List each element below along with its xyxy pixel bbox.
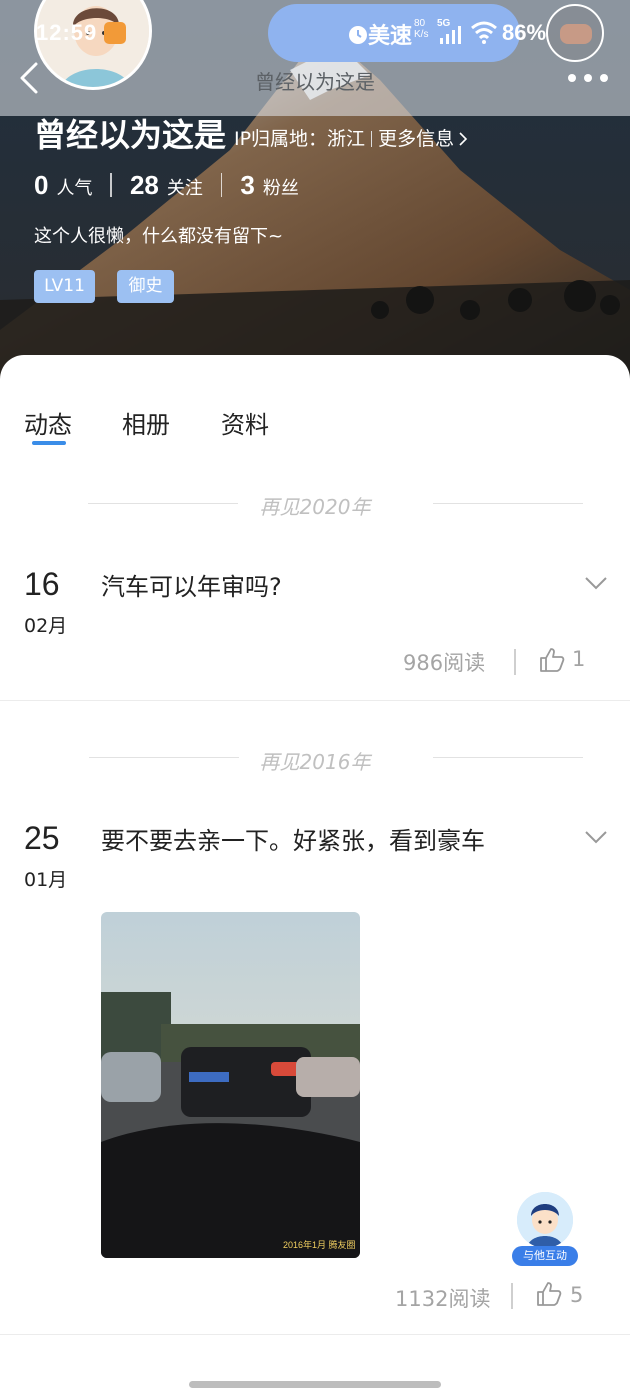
- divider: [110, 173, 112, 197]
- post-text[interactable]: 要不要去亲一下。好紧张，看到豪车: [101, 821, 521, 861]
- stat-followers[interactable]: 3 粉丝: [240, 170, 298, 201]
- more-info-link[interactable]: 更多信息: [378, 128, 454, 150]
- traffic-photo-image: [101, 912, 360, 1258]
- tab-profile[interactable]: 资料: [221, 405, 269, 440]
- thumbs-up-icon[interactable]: [539, 647, 565, 673]
- post-read-count: 986阅读: [403, 651, 486, 675]
- net-speed: 80 K/s: [414, 18, 428, 40]
- post-day: 16: [24, 566, 60, 602]
- profile-name: 曾经以为这是: [34, 116, 227, 154]
- chevron-down-icon[interactable]: [584, 829, 608, 845]
- page-title: 曾经以为这是: [255, 70, 375, 94]
- net-speed-value: 80: [414, 18, 426, 29]
- home-indicator[interactable]: [189, 1381, 441, 1388]
- divider: [511, 1283, 513, 1309]
- stat-popularity[interactable]: 0 人气: [34, 170, 92, 201]
- divider: [0, 700, 630, 701]
- interact-button[interactable]: 与他互动: [512, 1192, 578, 1268]
- net-speed-unit: K/s: [414, 29, 429, 40]
- thumbs-up-icon[interactable]: [536, 1281, 562, 1307]
- divider: [514, 649, 516, 675]
- role-badge[interactable]: 御史: [117, 270, 174, 303]
- stat-following[interactable]: 28 关注: [130, 170, 203, 201]
- stat-value: 0: [34, 169, 49, 200]
- profile-stats: 0 人气 28 关注 3 粉丝: [34, 168, 299, 202]
- post-photo[interactable]: 2016年1月 腾友圈: [101, 912, 360, 1258]
- signal-icon: [440, 26, 461, 44]
- alarm-icon: [349, 26, 367, 44]
- status-time: 12:59: [36, 20, 98, 45]
- more-options-icon[interactable]: [566, 72, 610, 84]
- status-speed-label: 美速: [368, 23, 413, 48]
- level-badge[interactable]: LV11: [34, 270, 95, 303]
- cartoon-avatar-icon: [517, 1192, 573, 1248]
- year-divider-label: 再见2016年: [259, 750, 371, 774]
- stat-label: 粉丝: [262, 177, 299, 199]
- divider: [220, 173, 223, 197]
- post-like-count: 1: [572, 647, 586, 671]
- stat-value: 28: [129, 169, 159, 200]
- wifi-icon: [471, 21, 497, 44]
- post-like-count: 5: [570, 1283, 584, 1307]
- post-text[interactable]: 汽车可以年审吗?: [101, 567, 521, 607]
- message-button[interactable]: [546, 4, 604, 62]
- profile-header: 12:59 美速 80 K/s 5G 86% 曾经以为这是 曾经以为这是 IP归…: [0, 0, 630, 380]
- battery-level: 86%: [502, 20, 547, 45]
- message-icon: [560, 24, 592, 44]
- year-divider-label: 再见2020年: [259, 495, 371, 519]
- post-day: 25: [24, 820, 60, 856]
- stat-label: 人气: [56, 177, 93, 199]
- photo-watermark: 2016年1月 腾友圈: [283, 1240, 356, 1250]
- ip-location: IP归属地：浙江: [234, 128, 366, 150]
- tab-posts[interactable]: 动态: [24, 405, 72, 440]
- stat-label: 关注: [166, 177, 203, 199]
- divider: [0, 1334, 630, 1335]
- app-notification-icon: [104, 22, 126, 44]
- post-month: 02月: [24, 615, 68, 637]
- interact-label: 与他互动: [512, 1246, 578, 1266]
- stat-value: 3: [240, 169, 255, 200]
- ip-location-line: IP归属地：浙江 更多信息: [234, 124, 468, 151]
- active-tab-indicator: [32, 441, 66, 445]
- chevron-right-icon: [459, 132, 468, 146]
- post-read-count: 1132阅读: [395, 1287, 491, 1311]
- profile-bio: 这个人很懒，什么都没有留下~: [34, 226, 284, 247]
- chevron-down-icon[interactable]: [584, 575, 608, 591]
- tab-album[interactable]: 相册: [122, 405, 170, 440]
- post-month: 01月: [24, 869, 68, 891]
- divider: [371, 131, 373, 147]
